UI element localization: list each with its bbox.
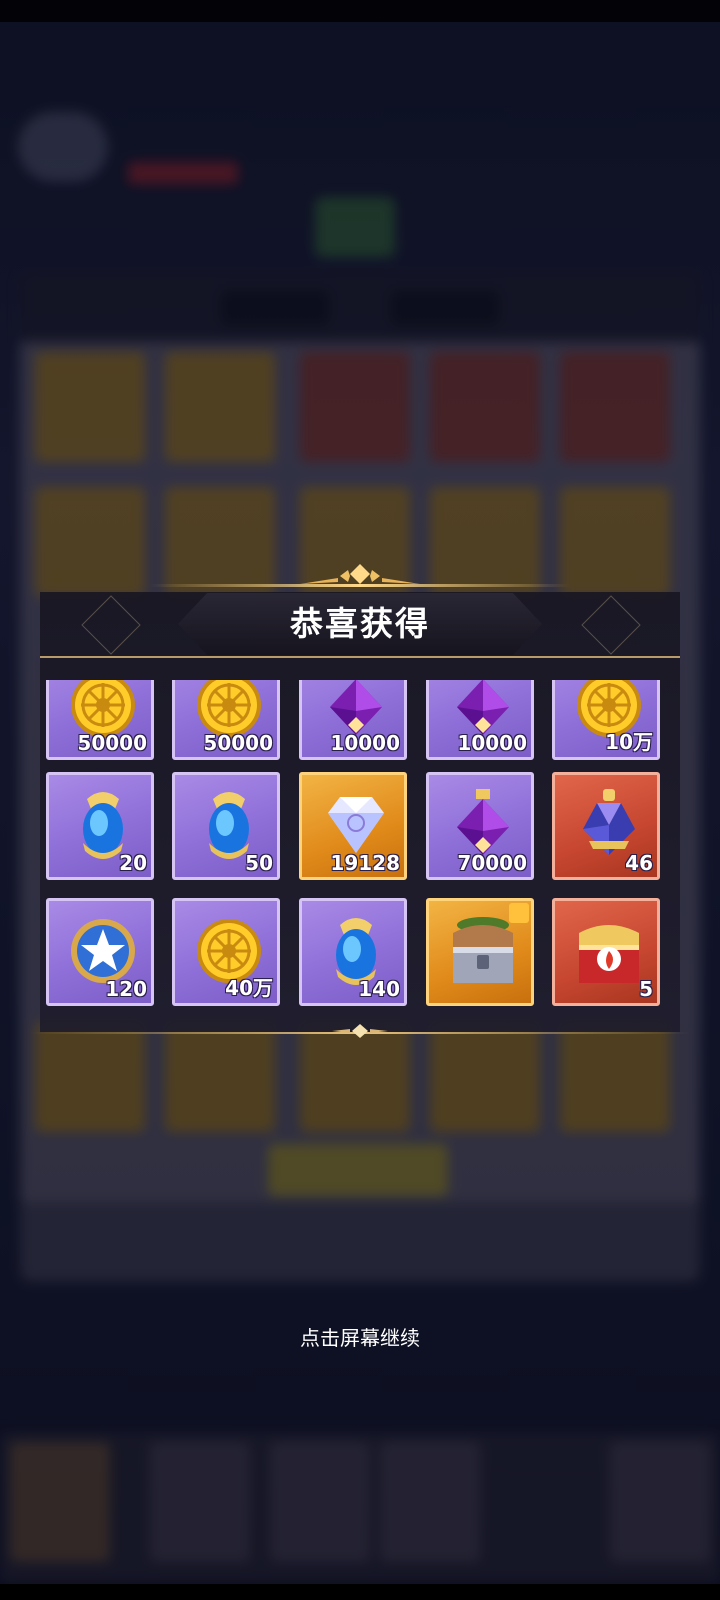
banner-underline [40,656,680,658]
reward-quantity: 50 [245,851,273,875]
reward-item-gold-coin[interactable]: 50000 [46,680,154,760]
bottom-bar [0,1584,720,1600]
reward-item-gold-coin[interactable]: 40万 [172,898,280,1006]
reward-quantity: 50000 [203,731,273,755]
reward-item-diamond-gem[interactable]: 19128 [299,772,407,880]
reward-item-red-gift-chest[interactable]: 5 [552,898,660,1006]
reward-quantity: 20 [119,851,147,875]
reward-grid: 50000 50000 10000 10000 10万 20 50 19128 70000 46 1… [46,680,676,1010]
reward-item-star-medal[interactable]: 120 [46,898,154,1006]
reward-popup: 恭喜获得 50000 50000 10000 10000 10万 20 50 19128 700… [0,560,720,1050]
tap-to-continue-hint[interactable]: 点击屏幕继续 [0,1322,720,1351]
reward-item-blue-crystal-egg[interactable]: 20 [46,772,154,880]
popup-title: 恭喜获得 [290,604,430,643]
reward-item-purple-potion[interactable]: 10000 [299,680,407,760]
reward-quantity: 10000 [330,731,400,755]
reward-item-gold-coin[interactable]: 50000 [172,680,280,760]
reward-quantity: 50000 [77,731,147,755]
puzzle-piece-icon [509,903,529,923]
crest-bottom-icon [332,1024,388,1038]
reward-item-blue-crystal-egg[interactable]: 140 [299,898,407,1006]
reward-quantity: 70000 [457,851,527,875]
reward-item-purple-potion[interactable]: 10000 [426,680,534,760]
reward-quantity: 40万 [225,976,273,1000]
reward-quantity: 10000 [457,731,527,755]
reward-item-blue-elixir-bottle[interactable]: 46 [552,772,660,880]
reward-quantity: 120 [105,977,147,1001]
reward-quantity: 140 [358,977,400,1001]
reward-item-purple-potion[interactable]: 70000 [426,772,534,880]
reward-item-gold-coin[interactable]: 10万 [552,680,660,760]
reward-item-treasure-chest[interactable] [426,898,534,1006]
reward-quantity: 10万 [605,730,653,754]
crest-ornament-icon [300,564,420,584]
reward-quantity: 46 [625,851,653,875]
game-screen[interactable]: 恭喜获得 50000 50000 10000 10000 10万 20 50 19128 700… [0,0,720,1600]
reward-quantity: 19128 [330,851,400,875]
reward-item-blue-crystal-egg[interactable]: 50 [172,772,280,880]
reward-quantity: 5 [639,977,653,1001]
